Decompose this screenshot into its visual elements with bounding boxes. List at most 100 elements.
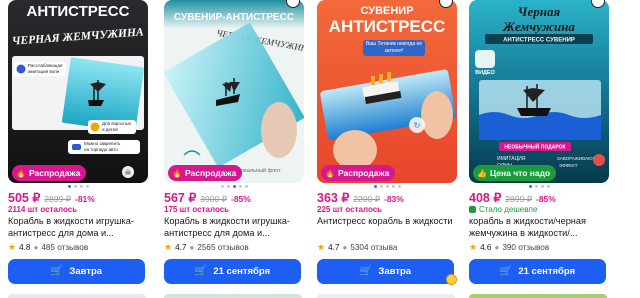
- review-count[interactable]: 485 отзывов: [41, 243, 88, 252]
- badge-label: Распродажа: [184, 168, 237, 178]
- product-card-3[interactable]: СУВЕНИР АНТИСТРЕСС Ваш Титаник никогда н…: [317, 0, 457, 298]
- image-pager[interactable]: [317, 185, 457, 189]
- svg-text:Расслабляющая: Расслабляющая: [28, 63, 63, 68]
- product-grid: АНТИСТРЕСС ЧЕРНАЯ ЖЕМЧУЖИНА Расслабляюща…: [0, 0, 640, 298]
- rating-value: 4.6: [480, 243, 492, 252]
- thumbs-up-icon: 👍: [477, 168, 487, 178]
- image-headline-2: АНТИСТРЕСС: [329, 17, 446, 36]
- product-card-4[interactable]: Черная Жемчужина АНТИСТРЕСС СУВЕНИР ВИДЕ…: [469, 0, 609, 298]
- star-icon: ★: [8, 242, 17, 252]
- add-to-cart-button[interactable]: 🛒 Завтра: [317, 259, 454, 284]
- discount: -83%: [383, 194, 404, 204]
- svg-text:☠: ☠: [124, 168, 131, 177]
- image-feature-4: ЭФФЕКТ: [559, 163, 578, 168]
- sale-badge: 🔥 Распродажа: [168, 165, 243, 181]
- discount: -85%: [535, 194, 556, 204]
- rating-value: 4.7: [175, 243, 187, 252]
- delivery-date: 21 сентября: [213, 266, 271, 277]
- image-headline-1: Черная: [518, 4, 561, 19]
- current-price: 408 ₽: [469, 191, 502, 205]
- product-image[interactable]: АНТИСТРЕСС ЧЕРНАЯ ЖЕМЧУЖИНА Расслабляюща…: [8, 0, 148, 183]
- product-image[interactable]: Черная Жемчужина АНТИСТРЕСС СУВЕНИР ВИДЕ…: [469, 0, 609, 183]
- product-title[interactable]: Антистресс корабль в жидкости: [317, 215, 457, 227]
- product-title[interactable]: корабль в жидкости/черная жемчужина в жи…: [469, 215, 609, 239]
- title-line-1: Корабль в жидкости игрушка-: [8, 216, 134, 226]
- review-count[interactable]: 2565 отзывов: [197, 243, 248, 252]
- price-row: 567 ₽ 3900 ₽ -85%: [164, 190, 251, 205]
- add-to-cart-button[interactable]: 🛒 21 сентября: [164, 259, 301, 284]
- rating-row: ★ 4.6 ● 390 отзывов: [469, 242, 549, 253]
- sale-badge: 🔥 Распродажа: [12, 165, 87, 181]
- rating-row: ★ 4.7 ● 2565 отзывов: [164, 242, 249, 253]
- delivery-date: Завтра: [69, 266, 103, 277]
- price-row: 408 ₽ 2899 ₽ -85%: [469, 190, 556, 205]
- image-headline-1: СУВЕНИР: [360, 5, 413, 17]
- old-price: 2200 ₽: [353, 194, 380, 204]
- chat-bubble-icon: ●: [342, 243, 348, 252]
- image-headline: АНТИСТРЕСС: [27, 3, 130, 20]
- stock-left: 225 шт осталось: [317, 205, 383, 214]
- title-line-2: антистресс для дома и...: [164, 228, 270, 238]
- product-title[interactable]: Корабль в жидкости игрушка- антистресс д…: [164, 215, 304, 239]
- old-price: 2899 ₽: [44, 194, 71, 204]
- svg-text:Можно закрепить: Можно закрепить: [84, 141, 121, 146]
- title-line-1: Корабль в жидкости игрушка-: [164, 216, 290, 226]
- fire-icon: 🔥: [16, 168, 26, 178]
- image-pager[interactable]: [8, 185, 148, 189]
- fire-icon: 🔥: [172, 168, 182, 178]
- next-row-preview: [0, 294, 640, 298]
- delivery-date: 21 сентября: [518, 266, 576, 277]
- svg-text:Для взрослых: Для взрослых: [102, 121, 132, 126]
- svg-text:на торпедо авто: на торпедо авто: [84, 147, 118, 152]
- current-price: 567 ₽: [164, 191, 197, 205]
- old-price: 3900 ₽: [200, 194, 227, 204]
- image-pager[interactable]: [164, 185, 304, 189]
- stock-left: 175 шт осталось: [164, 205, 230, 214]
- discount: -85%: [230, 194, 251, 204]
- cart-icon: 🛒: [194, 266, 208, 277]
- star-icon: ★: [164, 242, 173, 252]
- rating-value: 4.8: [19, 243, 31, 252]
- image-video: ВИДЕО: [475, 70, 496, 76]
- add-to-cart-button[interactable]: 🛒 21 сентября: [469, 259, 606, 284]
- cart-icon: 🛒: [359, 266, 373, 277]
- chat-bubble-icon: ●: [189, 243, 195, 252]
- delivery-date: Завтра: [378, 266, 412, 277]
- product-card-2[interactable]: СУВЕНИР-АНТИСТРЕСС ЧЕРНАЯ ЖЕМЧУЖИНА супе…: [164, 0, 304, 298]
- cart-icon: 🛒: [499, 266, 513, 277]
- price-row: 505 ₽ 2899 ₽ -81%: [8, 190, 95, 205]
- image-note: Ваш Титаник никогда не затонет!: [365, 41, 423, 54]
- badge-label: Распродажа: [28, 168, 81, 178]
- good-price-badge: 👍 Цена что надо: [473, 165, 557, 181]
- cart-icon: 🛒: [50, 266, 64, 277]
- rating-row: ★ 4.8 ● 485 отзывов: [8, 242, 88, 253]
- image-ribbon: АНТИСТРЕСС СУВЕНИР: [503, 38, 575, 44]
- star-icon: ★: [317, 242, 326, 252]
- rating-row: ★ 4.7 ● 5304 отзыва: [317, 242, 397, 253]
- price-dropped-text: Стало дешевле: [479, 205, 538, 214]
- old-price: 2899 ₽: [505, 194, 532, 204]
- product-card-1[interactable]: АНТИСТРЕСС ЧЕРНАЯ ЖЕМЧУЖИНА Расслабляюща…: [8, 0, 148, 298]
- product-image[interactable]: СУВЕНИР-АНТИСТРЕСС ЧЕРНАЯ ЖЕМЧУЖИНА супе…: [164, 0, 304, 183]
- stock-left: 2114 шт осталось: [8, 205, 78, 214]
- discount: -81%: [74, 194, 95, 204]
- review-count[interactable]: 390 отзывов: [502, 243, 549, 252]
- image-headline: СУВЕНИР-АНТИСТРЕСС: [174, 12, 294, 23]
- product-title[interactable]: Корабль в жидкости игрушка- антистресс д…: [8, 215, 148, 239]
- svg-text:↻: ↻: [414, 121, 421, 130]
- price-row: 363 ₽ 2200 ₽ -83%: [317, 190, 404, 205]
- badge-label: Распродажа: [337, 168, 390, 178]
- review-count[interactable]: 5304 отзыва: [350, 243, 397, 252]
- title-line-2: жемчужина в жидкости/...: [469, 228, 578, 238]
- chat-bubble-icon: ●: [494, 243, 500, 252]
- image-pager[interactable]: [469, 185, 609, 189]
- star-icon: ★: [469, 242, 478, 252]
- add-to-cart-button[interactable]: 🛒 Завтра: [8, 259, 145, 284]
- badge-label: Цена что надо: [489, 168, 551, 178]
- product-image[interactable]: СУВЕНИР АНТИСТРЕСС Ваш Титаник никогда н…: [317, 0, 457, 183]
- title-line-1: Антистресс корабль в жидкости: [317, 216, 453, 226]
- fire-icon: 🔥: [325, 168, 335, 178]
- chat-bubble-icon: ●: [33, 243, 39, 252]
- sale-badge: 🔥 Распродажа: [321, 165, 396, 181]
- image-feature-1: ИМИТАЦИЯ: [497, 156, 526, 162]
